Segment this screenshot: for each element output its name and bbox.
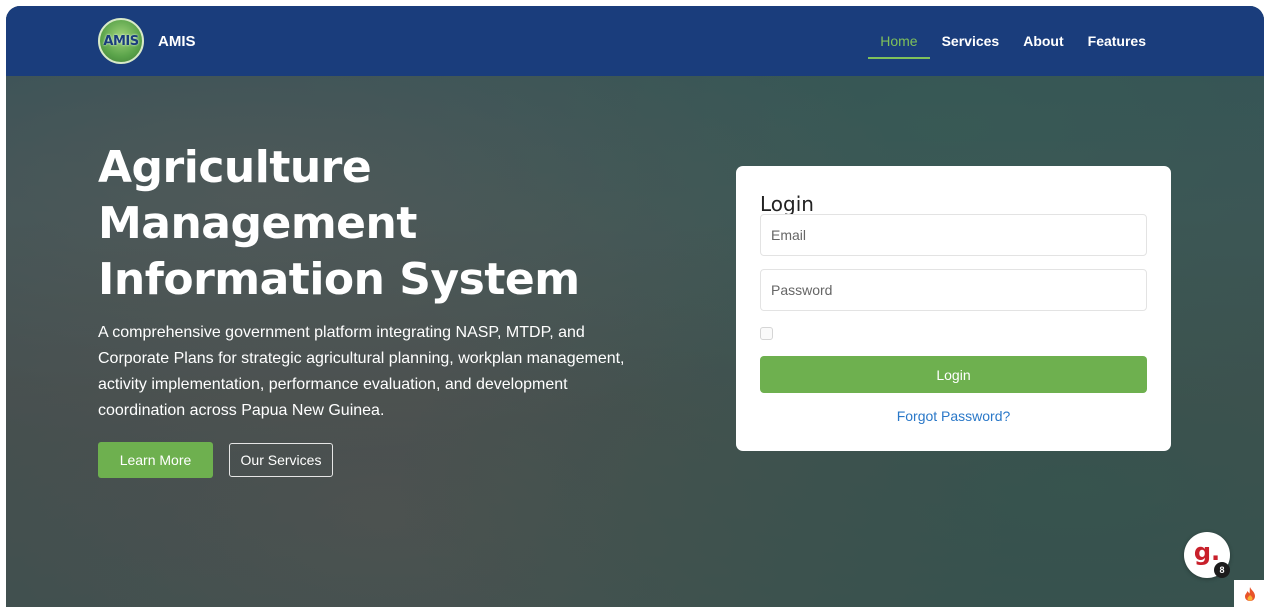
learn-more-button[interactable]: Learn More (98, 442, 213, 478)
password-field[interactable] (760, 269, 1147, 311)
grammarly-widget[interactable]: g. 8 (1184, 532, 1230, 578)
hero-title-line: Agriculture (98, 142, 372, 193)
nav-services[interactable]: Services (930, 30, 1012, 59)
g-letter-icon: g. (1193, 538, 1221, 566)
login-card: Login Login Forgot Password? (736, 166, 1171, 451)
login-title: Login (760, 192, 814, 216)
amis-logo-icon: AMIS (98, 18, 144, 64)
hero-title-line: Information System (98, 254, 580, 305)
hero-title-line: Management (98, 198, 417, 249)
hero-description: A comprehensive government platform inte… (98, 324, 625, 419)
remember-checkbox[interactable] (760, 327, 773, 340)
nav-features[interactable]: Features (1076, 30, 1158, 59)
flame-icon (1245, 586, 1255, 601)
fire-widget[interactable] (1234, 580, 1266, 607)
notification-badge: 8 (1214, 562, 1230, 578)
email-field[interactable] (760, 214, 1147, 256)
brand[interactable]: AMIS AMIS (98, 18, 196, 64)
app-window: AMIS AMIS Home Services About Features A… (6, 6, 1264, 607)
nav-menu: Home Services About Features (868, 30, 1158, 59)
nav-about[interactable]: About (1011, 30, 1075, 59)
login-button[interactable]: Login (760, 356, 1147, 393)
nav-home[interactable]: Home (868, 30, 930, 59)
hero-title: Agriculture Management Information Syste… (98, 140, 580, 308)
our-services-button[interactable]: Our Services (229, 443, 333, 477)
forgot-password-link[interactable]: Forgot Password? (736, 408, 1171, 424)
logo-text: AMIS (103, 34, 139, 49)
navbar: AMIS AMIS Home Services About Features (6, 6, 1264, 76)
brand-name: AMIS (158, 32, 196, 50)
